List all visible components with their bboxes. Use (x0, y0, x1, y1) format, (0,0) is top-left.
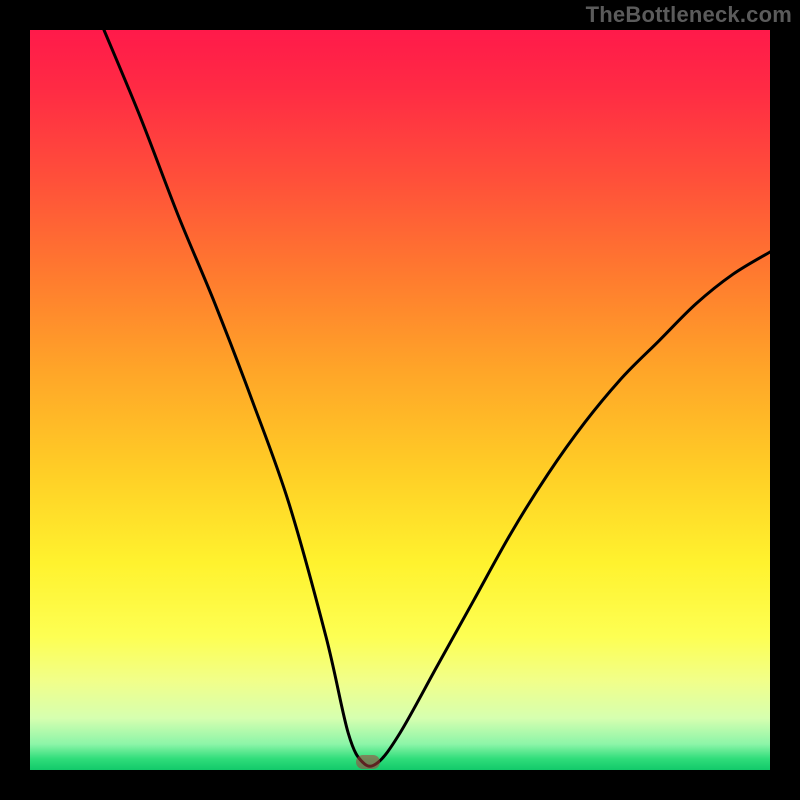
watermark-text: TheBottleneck.com (586, 2, 792, 28)
plot-area (30, 30, 770, 770)
optimal-point-marker (356, 755, 380, 769)
bottleneck-curve (30, 30, 770, 770)
chart-frame: TheBottleneck.com (0, 0, 800, 800)
